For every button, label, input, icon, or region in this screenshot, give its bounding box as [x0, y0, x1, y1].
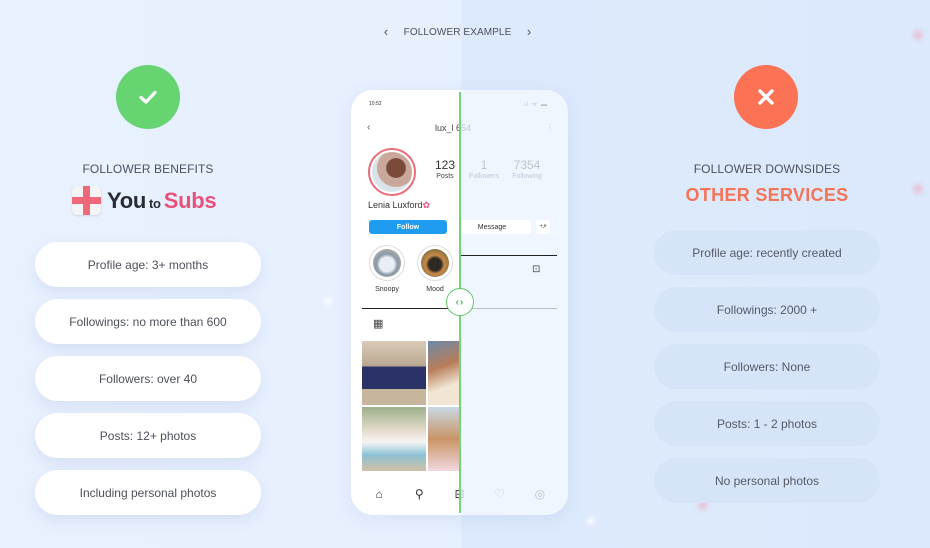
benefit-item: Including personal photos [35, 470, 261, 515]
photo-thumbnail [362, 341, 426, 405]
carousel-title: FOLLOWER EXAMPLE [403, 26, 512, 38]
benefit-item: Followings: no more than 600 [35, 299, 261, 344]
benefits-heading: FOLLOWER BENEFITS [82, 162, 214, 176]
brand-logo: You to Subs [72, 186, 217, 215]
success-badge [116, 65, 180, 129]
decorative-dot [587, 517, 595, 525]
example-carousel-nav: ‹ FOLLOWER EXAMPLE › [380, 22, 535, 42]
close-x-icon [758, 89, 774, 105]
brand-name: You to Subs [107, 187, 217, 214]
decorative-dot [913, 184, 923, 194]
checkmark-icon [139, 90, 157, 104]
profile-name-text: Lenia Luxford [368, 200, 423, 210]
downside-item: Followings: 2000 + [654, 287, 880, 332]
decorative-dot [913, 30, 923, 40]
story-highlight: Mood [417, 245, 453, 293]
photo-thumbnail [428, 407, 460, 471]
flower-icon: ✿ [422, 200, 431, 210]
profile-name: Lenia Luxford✿ [368, 200, 430, 211]
error-badge [734, 65, 798, 129]
follow-button: Follow [369, 220, 447, 234]
downside-item: Posts: 1 - 2 photos [654, 401, 880, 446]
compare-slider-handle[interactable]: ‹› [446, 288, 474, 316]
stat-posts: 123 Posts [431, 158, 459, 181]
tagged-icon: ⊡ [532, 264, 541, 275]
stat-value: 123 [434, 158, 456, 172]
search-icon: ⚲ [414, 487, 424, 501]
other-services-title: OTHER SERVICES [685, 185, 849, 205]
profile-avatar [368, 148, 416, 196]
grid-icon: ▦ [373, 318, 384, 330]
chevron-right-icon[interactable]: › [523, 22, 535, 42]
message-button: Message [453, 220, 531, 234]
story-label: Snoopy [375, 286, 399, 293]
benefit-item: Followers: over 40 [35, 356, 261, 401]
benefit-item: Profile age: 3+ months [35, 242, 261, 287]
downsides-heading: FOLLOWER DOWNSIDES [693, 162, 841, 176]
gift-icon [72, 186, 101, 215]
downside-item: Followers: None [654, 344, 880, 389]
photo-grid [362, 341, 460, 471]
downside-item: No personal photos [654, 458, 880, 503]
chevron-left-icon[interactable]: ‹ [380, 22, 392, 42]
brand-subs: Subs [163, 187, 217, 213]
add-user-icon: +ዖ [536, 220, 550, 234]
brand-you: You [107, 187, 147, 213]
tab-divider [461, 255, 557, 256]
status-time: 10:52 [369, 101, 382, 107]
photo-thumbnail [362, 407, 426, 471]
home-icon: ⌂ [375, 487, 383, 501]
back-icon: ‹ [367, 122, 371, 133]
story-label: Mood [426, 286, 444, 293]
downside-item: Profile age: recently created [654, 230, 880, 275]
decorative-dot [324, 297, 332, 305]
photo-thumbnail [428, 341, 460, 405]
comparison-overlay [460, 90, 568, 515]
benefit-item: Posts: 12+ photos [35, 413, 261, 458]
story-highlight: Snoopy [369, 245, 405, 293]
stat-label: Posts [436, 173, 454, 180]
brand-to: to [149, 195, 161, 211]
